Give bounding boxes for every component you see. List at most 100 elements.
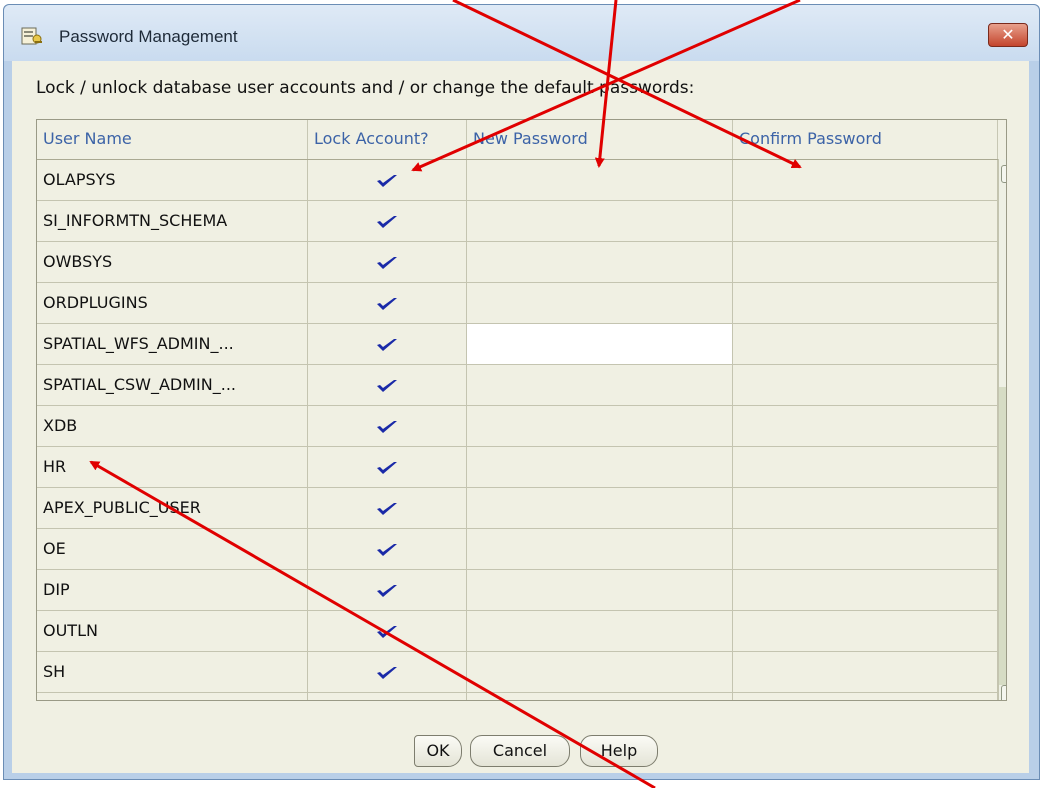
user-name-cell: OUTLN	[37, 611, 308, 652]
lock-account-checkbox[interactable]	[308, 201, 467, 242]
cancel-button[interactable]: Cancel	[470, 735, 570, 767]
new-password-field[interactable]	[467, 242, 733, 283]
ok-button[interactable]: OK	[414, 735, 462, 767]
confirm-password-field[interactable]	[733, 283, 998, 324]
new-password-field[interactable]	[467, 447, 733, 488]
lock-account-checkbox[interactable]	[308, 693, 467, 700]
lock-account-checkbox[interactable]	[308, 160, 467, 201]
user-name-cell: XDB	[37, 406, 308, 447]
lock-account-checkbox[interactable]	[308, 488, 467, 529]
confirm-password-field[interactable]	[733, 693, 998, 700]
close-button[interactable]: ✕	[988, 23, 1028, 47]
column-header-lock-account[interactable]: Lock Account?	[308, 120, 467, 159]
user-name-cell: OE	[37, 529, 308, 570]
table-row[interactable]: SPATIAL_WFS_ADMIN_...	[37, 324, 1006, 365]
new-password-field[interactable]	[467, 201, 733, 242]
user-name-cell: SPATIAL_CSW_ADMIN_...	[37, 365, 308, 406]
new-password-field[interactable]	[467, 406, 733, 447]
new-password-field[interactable]	[467, 365, 733, 406]
table-row[interactable]: OE	[37, 529, 1006, 570]
confirm-password-field[interactable]	[733, 242, 998, 283]
new-password-field[interactable]	[467, 160, 733, 201]
table-row[interactable]: APEX_PUBLIC_USER	[37, 488, 1006, 529]
confirm-password-field[interactable]	[733, 447, 998, 488]
checkmark-icon	[377, 379, 397, 392]
table-row[interactable]: HR	[37, 447, 1006, 488]
new-password-field[interactable]	[467, 488, 733, 529]
checkmark-icon	[377, 215, 397, 228]
table-row[interactable]: DIP	[37, 570, 1006, 611]
confirm-password-field[interactable]	[733, 652, 998, 693]
column-header-confirm-password[interactable]: Confirm Password	[733, 120, 998, 159]
checkmark-icon	[377, 461, 397, 474]
checkmark-icon	[377, 625, 397, 638]
user-accounts-table: User Name Lock Account? New Password Con…	[36, 119, 1007, 701]
scrollbar-track[interactable]	[999, 387, 1006, 685]
checkmark-icon	[377, 666, 397, 679]
confirm-password-field[interactable]	[733, 365, 998, 406]
help-button[interactable]: Help	[580, 735, 658, 767]
lock-account-checkbox[interactable]	[308, 611, 467, 652]
new-password-field[interactable]	[467, 529, 733, 570]
new-password-field[interactable]	[467, 611, 733, 652]
confirm-password-field[interactable]	[733, 324, 998, 365]
dialog-title: Password Management	[59, 27, 238, 46]
table-row[interactable]: OLAPSYS	[37, 160, 1006, 201]
lock-account-checkbox[interactable]	[308, 570, 467, 611]
scroll-up-button[interactable]	[1001, 165, 1006, 183]
lock-account-checkbox[interactable]	[308, 447, 467, 488]
table-row[interactable]: XDB	[37, 406, 1006, 447]
confirm-password-field[interactable]	[733, 570, 998, 611]
table-row[interactable]: SPATIAL_CSW_ADMIN_...	[37, 365, 1006, 406]
new-password-field[interactable]	[467, 570, 733, 611]
new-password-field[interactable]	[467, 324, 733, 365]
lock-account-checkbox[interactable]	[308, 365, 467, 406]
vertical-scrollbar[interactable]	[998, 159, 1006, 700]
close-icon: ✕	[1001, 25, 1015, 44]
checkmark-icon	[377, 338, 397, 351]
column-header-new-password[interactable]: New Password	[467, 120, 733, 159]
user-name-cell: APEX_PUBLIC_USER	[37, 488, 308, 529]
lock-account-checkbox[interactable]	[308, 283, 467, 324]
table-row-partial[interactable]	[37, 693, 1006, 700]
lock-account-checkbox[interactable]	[308, 529, 467, 570]
column-header-user-name[interactable]: User Name	[37, 120, 308, 159]
confirm-password-field[interactable]	[733, 529, 998, 570]
checkmark-icon	[377, 584, 397, 597]
checkmark-icon	[377, 543, 397, 556]
lock-account-checkbox[interactable]	[308, 652, 467, 693]
checkmark-icon	[377, 502, 397, 515]
confirm-password-field[interactable]	[733, 201, 998, 242]
table-row[interactable]: ORDPLUGINS	[37, 283, 1006, 324]
title-bar[interactable]: Password Management ✕	[4, 5, 1039, 61]
confirm-password-field[interactable]	[733, 160, 998, 201]
confirm-password-field[interactable]	[733, 406, 998, 447]
user-name-cell: SH	[37, 652, 308, 693]
password-management-dialog: Password Management ✕ Lock / unlock data…	[3, 4, 1040, 780]
table-row[interactable]: OWBSYS	[37, 242, 1006, 283]
user-name-cell: ORDPLUGINS	[37, 283, 308, 324]
new-password-field[interactable]	[467, 652, 733, 693]
checkmark-icon	[377, 256, 397, 269]
scroll-down-button[interactable]	[1001, 685, 1006, 700]
table-row[interactable]: SI_INFORMTN_SCHEMA	[37, 201, 1006, 242]
checkmark-icon	[377, 297, 397, 310]
user-name-cell: SI_INFORMTN_SCHEMA	[37, 201, 308, 242]
lock-account-checkbox[interactable]	[308, 324, 467, 365]
database-key-icon	[21, 27, 42, 45]
lock-account-checkbox[interactable]	[308, 242, 467, 283]
user-name-cell	[37, 693, 308, 700]
checkmark-icon	[377, 420, 397, 433]
lock-account-checkbox[interactable]	[308, 406, 467, 447]
table-row[interactable]: OUTLN	[37, 611, 1006, 652]
table-header: User Name Lock Account? New Password Con…	[37, 120, 1006, 160]
user-name-cell: HR	[37, 447, 308, 488]
new-password-field[interactable]	[467, 283, 733, 324]
instruction-text: Lock / unlock database user accounts and…	[36, 78, 695, 98]
table-row[interactable]: SH	[37, 652, 1006, 693]
dialog-content: Lock / unlock database user accounts and…	[12, 61, 1029, 773]
user-name-cell: OWBSYS	[37, 242, 308, 283]
confirm-password-field[interactable]	[733, 611, 998, 652]
new-password-field[interactable]	[467, 693, 733, 700]
confirm-password-field[interactable]	[733, 488, 998, 529]
